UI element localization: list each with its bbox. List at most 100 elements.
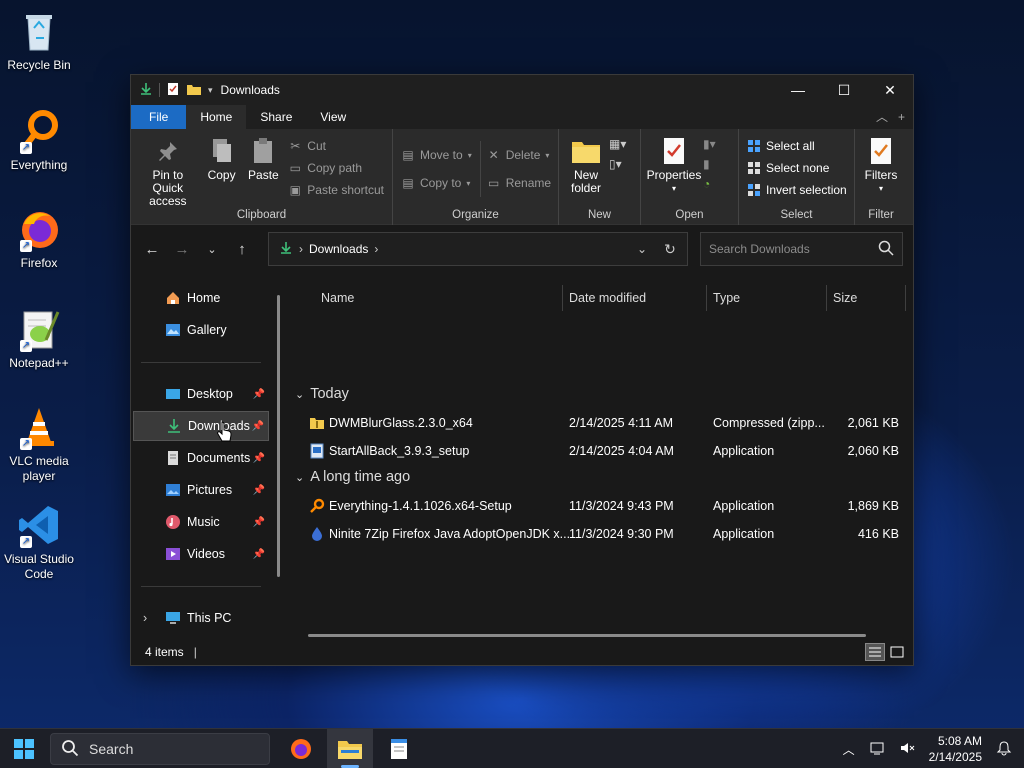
large-icons-view-icon[interactable]	[887, 643, 907, 661]
details-view-icon[interactable]	[865, 643, 885, 661]
start-button[interactable]	[2, 729, 46, 768]
edit-icon[interactable]: ▮	[703, 157, 716, 177]
desktop-icon-recycle-bin[interactable]: Recycle Bin	[0, 8, 78, 73]
nav-item-gallery[interactable]: Gallery	[133, 315, 269, 345]
nav-item-home[interactable]: Home	[133, 283, 269, 313]
pin-icon[interactable]: 📌	[253, 485, 265, 496]
select-none-label: Select none	[766, 161, 830, 175]
nav-item-videos[interactable]: Videos 📌	[133, 539, 269, 569]
network-icon[interactable]	[869, 740, 885, 759]
desktop-icon-firefox[interactable]: ↗ Firefox	[0, 206, 78, 271]
up-button[interactable]: ↑	[227, 241, 257, 258]
move-to-button[interactable]: ▤ Move to ▾	[397, 141, 476, 169]
nav-item-pictures[interactable]: Pictures 📌	[133, 475, 269, 505]
properties-button[interactable]: Properties ▾	[645, 133, 703, 197]
new-item-icon[interactable]: ▦▾	[609, 137, 631, 157]
taskbar-search[interactable]: Search	[50, 733, 270, 765]
desktop-icon-label: Firefox	[20, 256, 58, 270]
tab-view[interactable]: View	[306, 105, 360, 129]
open-icon[interactable]: ▮▾	[703, 137, 716, 157]
pin-icon[interactable]: 📌	[253, 453, 265, 464]
taskbar-notepad[interactable]	[376, 729, 422, 768]
nav-scrollbar[interactable]	[277, 295, 280, 577]
pin-icon[interactable]: 📌	[253, 517, 265, 528]
nav-item-downloads[interactable]: Downloads 📌	[133, 411, 269, 441]
new-folder-button[interactable]: New folder	[563, 133, 609, 197]
pin-to-quick-access-button[interactable]: Pin to Quick access	[135, 133, 201, 210]
file-row[interactable]: Ninite 7Zip Firefox Java AdoptOpenJDK x.…	[291, 520, 909, 548]
notifications-bell-icon[interactable]	[996, 740, 1012, 759]
search-box[interactable]: Search Downloads	[700, 232, 903, 266]
paste-shortcut-button[interactable]: ▣ Paste shortcut	[284, 179, 388, 201]
pin-icon[interactable]: 📌	[253, 389, 265, 400]
column-header-type[interactable]: Type	[713, 283, 823, 313]
maximize-button[interactable]: ☐	[821, 75, 867, 105]
taskbar-file-explorer[interactable]	[327, 729, 373, 768]
desktop-icon-everything[interactable]: ↗ Everything	[0, 108, 78, 173]
expand-chevron-icon[interactable]: ›	[143, 611, 147, 625]
refresh-icon[interactable]: ↻	[653, 241, 687, 258]
file-row[interactable]: Everything-1.4.1.1026.x64-Setup 11/3/202…	[291, 492, 909, 520]
paste-button[interactable]: Paste	[242, 133, 284, 210]
copy-path-button[interactable]: ▭ Copy path	[284, 157, 388, 179]
column-label: Name	[321, 291, 355, 305]
pin-icon[interactable]: 📌	[252, 421, 264, 432]
close-button[interactable]: ✕	[867, 75, 913, 105]
column-divider[interactable]	[905, 285, 906, 311]
desktop-icon-notepad-plus-plus[interactable]: ↗ Notepad++	[0, 306, 78, 371]
address-dropdown-icon[interactable]: ⌄	[637, 242, 647, 256]
navigation-pane: Home Gallery Desktop 📌 Downloads 📌 Docum…	[131, 283, 281, 640]
group-header-a-long-time-ago[interactable]: ⌄ A long time ago	[295, 465, 410, 489]
nav-item-desktop[interactable]: Desktop 📌	[133, 379, 269, 409]
minimize-button[interactable]: —	[775, 75, 821, 105]
forward-button[interactable]: →	[167, 241, 197, 258]
clock[interactable]: 5:08 AM 2/14/2025	[929, 733, 982, 765]
cut-button[interactable]: ✂ Cut	[284, 135, 388, 157]
copy-button[interactable]: Copy	[201, 133, 243, 210]
easy-access-icon[interactable]: ▯▾	[609, 157, 631, 177]
recent-locations-button[interactable]: ⌄	[197, 243, 227, 256]
collapse-ribbon-icon[interactable]: ︿	[876, 105, 888, 129]
file-row[interactable]: StartAllBack_3.9.3_setup 2/14/2025 4:04 …	[291, 437, 909, 465]
nav-item-this-pc[interactable]: › This PC	[133, 603, 269, 633]
column-header-name[interactable]: Name	[321, 283, 561, 313]
back-button[interactable]: ←	[137, 241, 167, 258]
column-divider[interactable]	[562, 285, 563, 311]
search-icon[interactable]	[878, 240, 894, 259]
column-header-size[interactable]: Size	[833, 283, 903, 313]
tab-share[interactable]: Share	[246, 105, 306, 129]
new-folder-icon[interactable]	[186, 82, 202, 99]
rename-button[interactable]: ▭ Rename	[483, 169, 555, 197]
customize-dropdown-icon[interactable]: ▾	[208, 85, 213, 96]
column-divider[interactable]	[706, 285, 707, 311]
filters-button[interactable]: Filters ▾	[859, 133, 903, 197]
volume-muted-icon[interactable]	[899, 740, 915, 759]
pin-icon[interactable]: 📌	[253, 549, 265, 560]
help-plus-icon[interactable]: +	[898, 105, 905, 129]
copy-to-button[interactable]: ▤ Copy to ▾	[397, 169, 476, 197]
desktop-icon-vscode[interactable]: ↗ Visual Studio Code	[0, 502, 78, 582]
invert-selection-button[interactable]: Invert selection	[743, 179, 850, 201]
title-bar[interactable]: ▾ Downloads — ☐ ✕	[131, 75, 913, 105]
column-header-date-modified[interactable]: Date modified	[569, 283, 705, 313]
properties-check-icon[interactable]	[166, 82, 180, 99]
nav-item-music[interactable]: Music 📌	[133, 507, 269, 537]
show-hidden-icons-icon[interactable]: ︿	[843, 741, 855, 758]
search-input[interactable]: Search Downloads	[709, 242, 878, 256]
tab-file[interactable]: File	[131, 105, 187, 129]
column-divider[interactable]	[826, 285, 827, 311]
taskbar-firefox[interactable]	[278, 729, 324, 768]
nav-item-documents[interactable]: Documents 📌	[133, 443, 269, 473]
breadcrumb-chevron-icon[interactable]: ›	[374, 242, 378, 256]
file-row[interactable]: DWMBlurGlass.2.3.0_x64 2/14/2025 4:11 AM…	[291, 409, 909, 437]
group-header-today[interactable]: ⌄ Today	[295, 382, 349, 406]
desktop-icon-vlc[interactable]: ↗ VLC media player	[0, 404, 78, 484]
breadcrumb-downloads[interactable]: Downloads	[309, 242, 368, 256]
horizontal-scrollbar[interactable]	[308, 634, 866, 637]
select-all-button[interactable]: Select all	[743, 135, 850, 157]
delete-button[interactable]: ✕ Delete ▾	[483, 141, 555, 169]
address-bar[interactable]: › Downloads › ⌄ ↻	[268, 232, 688, 266]
select-none-button[interactable]: Select none	[743, 157, 850, 179]
history-icon[interactable]: ◔	[703, 177, 716, 197]
tab-home[interactable]: Home	[186, 105, 247, 129]
